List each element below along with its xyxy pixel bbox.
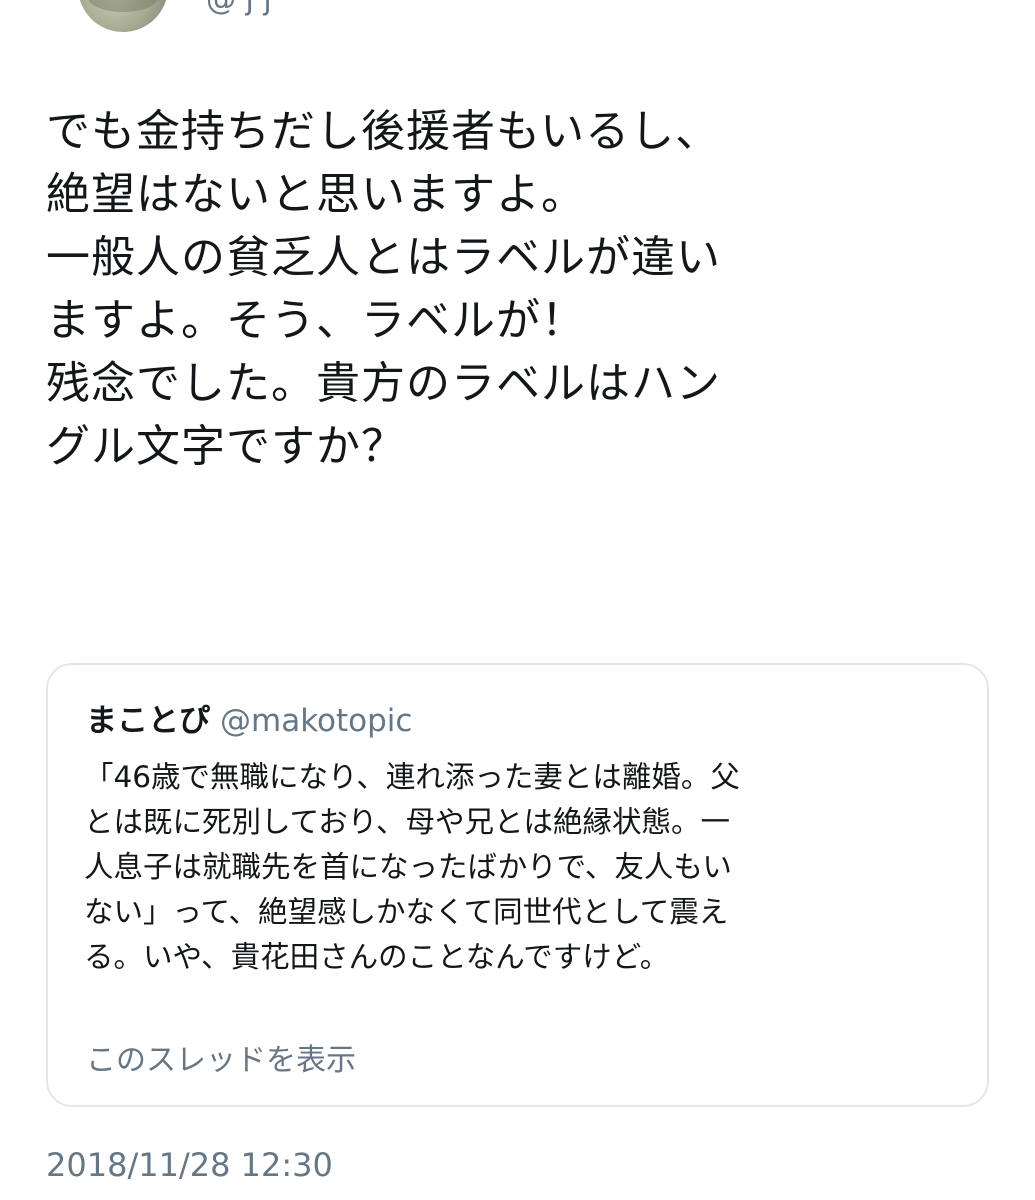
quoted-text-line: 「46歳で無職になり、連れ添った妻とは離婚。父 [84, 760, 740, 794]
quoted-display-name: まことぴ [86, 703, 210, 739]
tweet-text-line: ますよ。そう、ラベルが！ [46, 295, 586, 346]
user-handle[interactable]: @ j j [206, 0, 272, 17]
tweet-text-line: グル文字ですか？ [46, 421, 406, 472]
quoted-handle: @makotopic [220, 703, 413, 739]
show-thread-link[interactable]: このスレッドを表示 [86, 1035, 356, 1079]
tweet-text-line: 一般人の貧乏人とはラベルが違い [46, 232, 721, 283]
tweet-text-line: 絶望はないと思いますよ。 [46, 169, 586, 220]
quoted-tweet-card[interactable]: まことぴ @makotopic 「46歳で無職になり、連れ添った妻とは離婚。父 と… [46, 663, 989, 1107]
quoted-text-line: 人息子は就職先を首になったばかりで、友人もい [84, 850, 732, 884]
quoted-tweet-text: 「46歳で無職になり、連れ添った妻とは離婚。父 とは既に死別しており、母や兄とは… [84, 755, 964, 980]
tweet-text: でも金持ちだし後援者もいるし、 絶望はないと思いますよ。 一般人の貧乏人とはラベ… [46, 100, 1006, 478]
quoted-text-line: とは既に死別しており、母や兄とは絶縁状態。一 [84, 805, 731, 839]
tweet-text-line: 残念でした。貴方のラベルはハン [46, 358, 721, 409]
tweet-timestamp[interactable]: 2018/11/28 12:30 [46, 1146, 333, 1184]
avatar[interactable] [78, 0, 168, 32]
tweet-text-line: でも金持ちだし後援者もいるし、 [46, 106, 721, 157]
quoted-tweet-header: まことぴ @makotopic [86, 695, 412, 740]
quoted-text-line: る。いや、貴花田さんのことなんですけど。 [84, 940, 670, 974]
quoted-text-line: ない」って、絶望感しかなくて同世代として震え [84, 895, 729, 929]
